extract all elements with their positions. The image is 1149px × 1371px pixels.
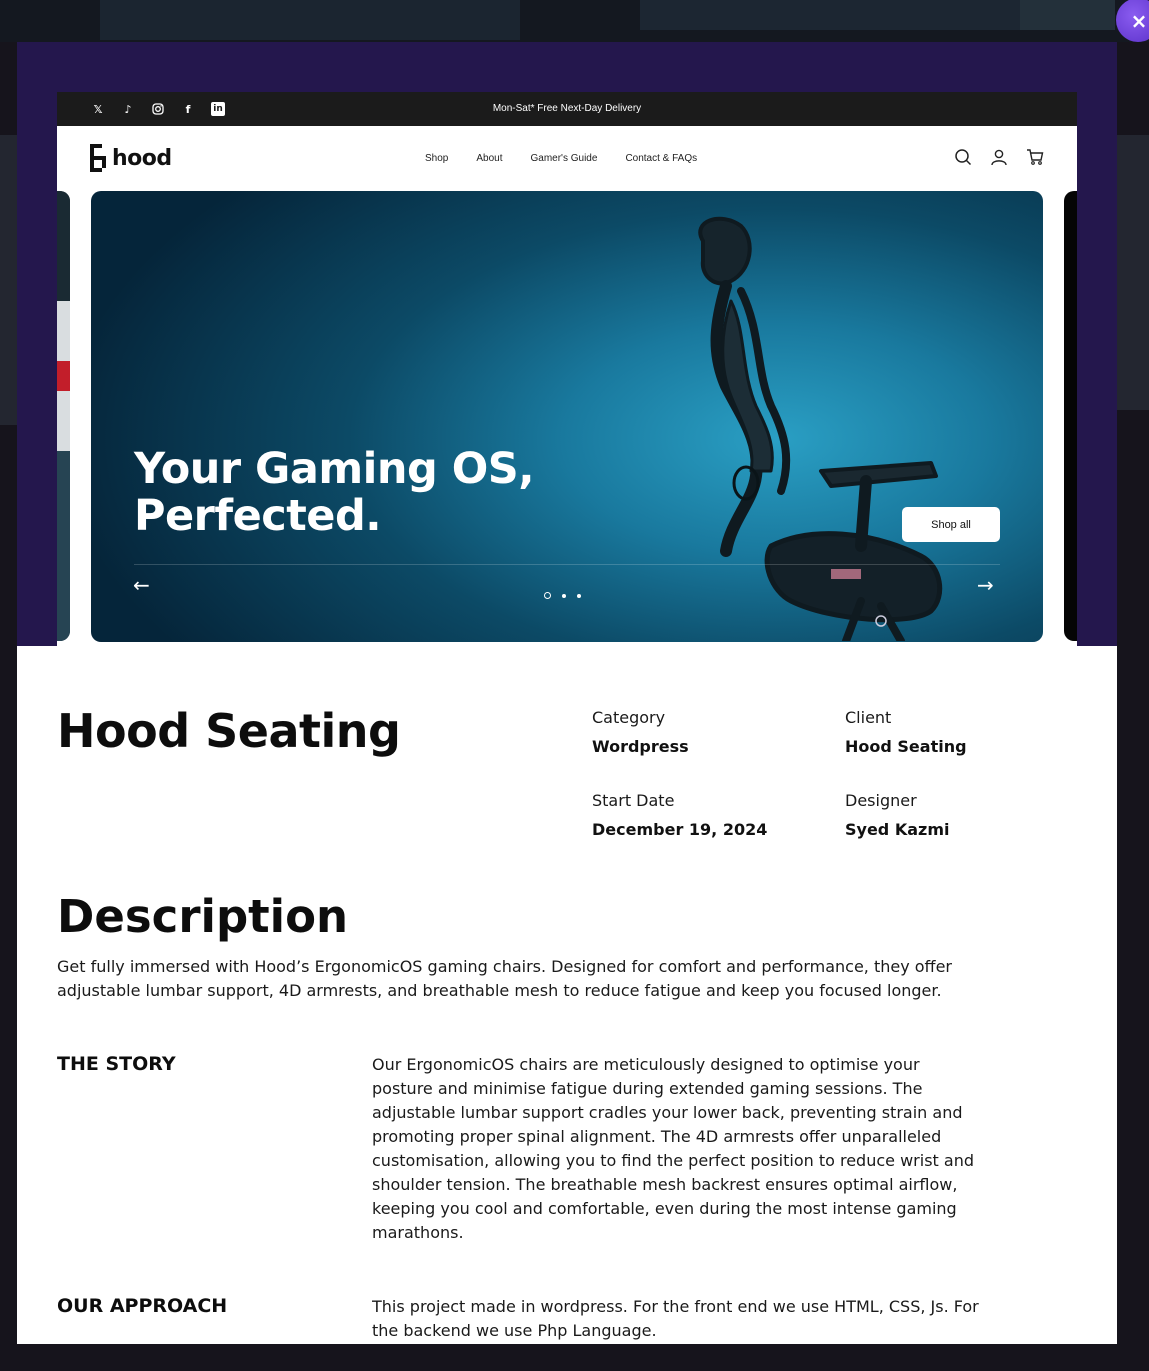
prev-slide-arrow-icon[interactable]: ← <box>133 573 150 597</box>
nav-shop[interactable]: Shop <box>425 153 448 164</box>
approach-heading: OUR APPROACH <box>57 1295 228 1317</box>
next-slide-peek <box>1064 191 1077 641</box>
logo-text: hood <box>112 145 172 171</box>
slide-dots <box>544 592 581 599</box>
backdrop-block <box>1020 0 1115 30</box>
story-heading: THE STORY <box>57 1053 176 1075</box>
nav-gamers-guide[interactable]: Gamer's Guide <box>531 153 598 164</box>
slide-dot[interactable] <box>577 593 581 598</box>
hero-divider <box>134 564 1000 565</box>
site-topbar: 𝕏 ♪ f in Mon-Sat* Free Next-Day Delivery <box>57 92 1077 126</box>
next-slide-arrow-icon[interactable]: → <box>977 573 994 597</box>
hero-title: Your Gaming OS, Perfected. <box>134 444 535 541</box>
approach-text: This project made in wordpress. For the … <box>372 1297 979 1340</box>
previous-slide-peek <box>57 191 70 641</box>
close-icon: × <box>1130 9 1148 33</box>
backdrop-page <box>0 0 1149 42</box>
main-nav: Shop About Gamer's Guide Contact & FAQs <box>425 126 697 191</box>
shop-all-button[interactable]: Shop all <box>902 507 1000 542</box>
site-nav: hood Shop About Gamer's Guide Contact & … <box>57 126 1077 191</box>
designer-label: Designer <box>845 791 917 810</box>
site-logo[interactable]: hood <box>90 144 172 172</box>
project-title: Hood Seating <box>57 704 401 758</box>
nav-about[interactable]: About <box>476 153 502 164</box>
description-heading: Description <box>57 890 349 943</box>
nav-icons <box>954 148 1044 166</box>
start-date-label: Start Date <box>592 791 675 810</box>
nav-contact-faqs[interactable]: Contact & FAQs <box>625 153 697 164</box>
description-text: Get fully immersed with Hood’s Ergonomic… <box>57 957 952 1000</box>
promo-text: Mon-Sat* Free Next-Day Delivery <box>492 103 642 114</box>
hero-slide: Your Gaming OS, Perfected. Shop all ← → <box>91 191 1043 642</box>
backdrop-panel-left <box>0 135 17 425</box>
slide-dot[interactable] <box>562 593 566 598</box>
logo-mark-icon <box>90 144 106 172</box>
account-icon[interactable] <box>990 148 1008 166</box>
bottom-backdrop <box>0 1344 1149 1371</box>
modal-right-edge <box>1117 604 1149 1344</box>
client-value: Hood Seating <box>845 737 967 756</box>
start-date-value: December 19, 2024 <box>592 820 768 839</box>
search-icon[interactable] <box>954 148 972 166</box>
category-label: Category <box>592 708 666 727</box>
category-value: Wordpress <box>592 737 689 756</box>
backdrop-panel-right <box>1117 135 1149 410</box>
client-label: Client <box>845 708 892 727</box>
backdrop-block <box>100 0 520 40</box>
backdrop-block <box>640 0 1020 30</box>
designer-value: Syed Kazmi <box>845 820 950 839</box>
slide-dot-active[interactable] <box>544 592 551 599</box>
cart-icon[interactable] <box>1026 148 1044 166</box>
story-text: Our ErgonomicOS chairs are meticulously … <box>372 1055 974 1242</box>
website-preview: 𝕏 ♪ f in Mon-Sat* Free Next-Day Delivery <box>57 92 1077 646</box>
chair-image <box>698 216 943 641</box>
